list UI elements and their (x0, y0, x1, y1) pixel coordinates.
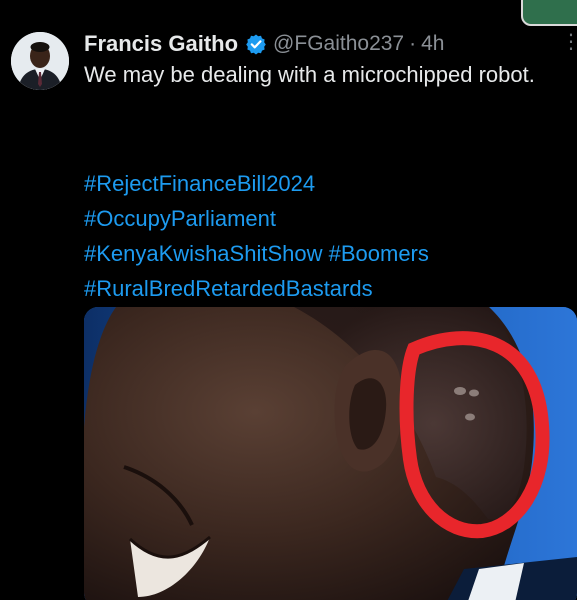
hashtag-link[interactable]: #RuralBredRetardedBastards (84, 276, 373, 301)
tweet-text: We may be dealing with a microchipped ro… (84, 62, 535, 87)
hashtag-line: #RuralBredRetardedBastards (84, 271, 564, 306)
more-dots-icon: ⋮ (561, 31, 577, 53)
tweet-timestamp[interactable]: 4h (421, 32, 444, 56)
avatar-image (11, 32, 69, 90)
tweet-screenshot: ⋮ Francis Gaitho @FGaitho237 · 4h We may… (0, 0, 577, 600)
verified-badge-icon (245, 33, 267, 55)
tweet-media-photo[interactable] (84, 307, 577, 600)
author-handle[interactable]: @FGaitho237 (273, 32, 404, 56)
avatar[interactable] (11, 32, 69, 90)
hashtag-link[interactable]: #OccupyParliament (84, 206, 276, 231)
photo-illustration (84, 307, 577, 600)
hashtag-line: #KenyaKwishaShitShow #Boomers (84, 236, 564, 271)
hashtag-line: #OccupyParliament (84, 201, 564, 236)
tweet-header: Francis Gaitho @FGaitho237 · 4h (84, 30, 444, 58)
hashtag-list: #RejectFinanceBill2024 #OccupyParliament… (84, 166, 564, 306)
hashtag-link[interactable]: #KenyaKwishaShitShow (84, 241, 322, 266)
hashtag-link[interactable]: #Boomers (329, 241, 429, 266)
hashtag-link[interactable]: #RejectFinanceBill2024 (84, 171, 315, 196)
more-options-button[interactable]: ⋮ (561, 28, 577, 56)
author-name[interactable]: Francis Gaitho (84, 31, 238, 57)
header-separator: · (409, 32, 417, 55)
hashtag-line: #RejectFinanceBill2024 (84, 166, 564, 201)
corner-ui-fragment (521, 0, 577, 26)
